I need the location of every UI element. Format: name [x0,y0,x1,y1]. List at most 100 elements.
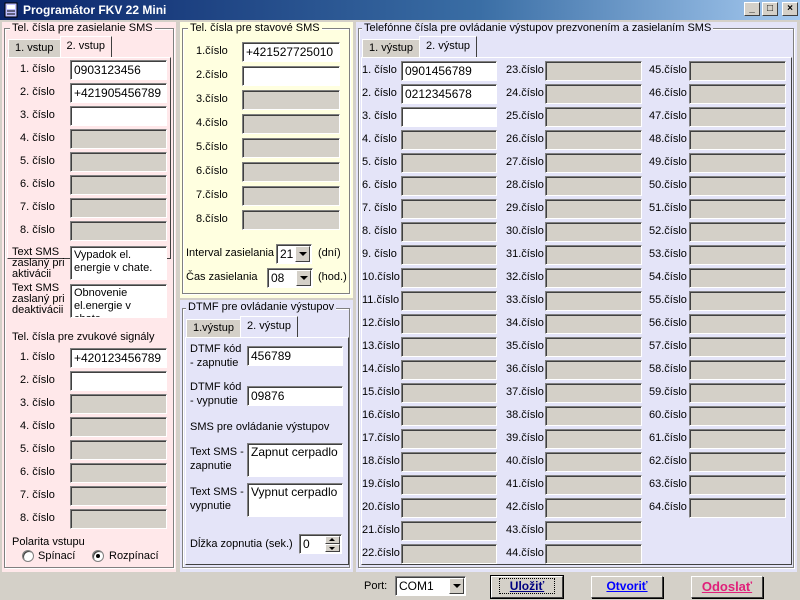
send-button[interactable]: Odoslať [691,576,763,598]
interval-select[interactable]: 21 [276,244,312,264]
output-number-input[interactable] [689,429,786,449]
polarity-spinaci-radio[interactable] [22,550,34,562]
output-number-input[interactable] [401,153,497,173]
output-number-input[interactable] [401,521,497,541]
output-number-input[interactable] [689,383,786,403]
output-number-input[interactable] [401,475,497,495]
output-number-input[interactable] [545,337,642,357]
output-number-input[interactable] [545,222,642,242]
output-number-input[interactable] [689,245,786,265]
tab-dtmf-output-1[interactable]: 1.výstup [186,319,241,337]
dtmf-off-input[interactable]: 09876 [247,386,343,406]
send-time-select[interactable]: 08 [267,268,313,288]
sms-number-input[interactable] [70,129,167,149]
status-number-input[interactable] [242,162,340,182]
output-number-input[interactable] [689,222,786,242]
output-number-input[interactable] [689,61,786,81]
output-number-input[interactable] [545,291,642,311]
status-number-input[interactable] [242,114,340,134]
sms-number-input[interactable] [70,198,167,218]
output-number-input[interactable] [689,153,786,173]
minimize-button[interactable]: _ [744,2,760,16]
status-number-input[interactable] [242,90,340,110]
sound-number-input[interactable] [70,463,167,483]
output-number-input[interactable] [545,153,642,173]
close-button[interactable]: × [782,2,798,16]
output-number-input[interactable] [401,406,497,426]
output-number-input[interactable] [689,84,786,104]
output-number-input[interactable] [545,107,642,127]
sms-number-input[interactable]: 0903123456 [70,60,167,80]
tab-sms-input-2[interactable]: 2. vstup [59,36,113,57]
maximize-button[interactable]: □ [762,2,778,16]
output-number-input[interactable] [545,268,642,288]
output-number-input[interactable] [545,406,642,426]
sound-number-input[interactable] [70,417,167,437]
output-number-input[interactable] [545,521,642,541]
output-number-input[interactable] [689,314,786,334]
output-number-input[interactable] [545,475,642,495]
sms-number-input[interactable] [70,152,167,172]
status-number-input[interactable] [242,138,340,158]
output-number-input[interactable] [401,314,497,334]
sms-number-input[interactable] [70,221,167,241]
output-number-input[interactable] [401,176,497,196]
output-number-input[interactable] [401,107,497,127]
output-number-input[interactable] [545,544,642,564]
output-number-input[interactable] [401,291,497,311]
output-number-input[interactable] [545,245,642,265]
output-number-input[interactable] [689,337,786,357]
output-number-input[interactable] [545,383,642,403]
output-number-input[interactable] [545,429,642,449]
output-number-input[interactable] [689,406,786,426]
output-number-input[interactable] [401,245,497,265]
output-number-input[interactable] [689,107,786,127]
chevron-down-icon[interactable] [449,578,464,594]
output-number-input[interactable] [689,452,786,472]
tab-sms-input-1[interactable]: 1. vstup [8,39,61,57]
sms-number-input[interactable]: +421905456789 [70,83,167,103]
output-number-input[interactable] [401,383,497,403]
output-number-input[interactable] [401,452,497,472]
output-number-input[interactable] [401,498,497,518]
sound-number-input[interactable] [70,394,167,414]
chevron-down-icon[interactable] [295,246,310,262]
output-number-input[interactable] [401,130,497,150]
output-number-input[interactable] [401,199,497,219]
output-number-input[interactable] [401,222,497,242]
output-number-input[interactable] [545,130,642,150]
tab-output-1[interactable]: 1. výstup [362,39,421,57]
output-number-input[interactable] [545,84,642,104]
activation-sms-text[interactable]: Vypadok el. energie v chate. [70,246,167,280]
output-number-input[interactable] [545,199,642,219]
output-number-input[interactable] [689,176,786,196]
output-number-input[interactable] [689,130,786,150]
save-button[interactable]: Uložiť [490,575,564,599]
status-number-input[interactable]: +421527725010 [242,42,340,62]
sms-number-input[interactable] [70,175,167,195]
duration-spinner[interactable]: 0 [299,534,342,554]
sound-number-input[interactable] [70,440,167,460]
output-number-input[interactable] [401,360,497,380]
output-number-input[interactable] [689,268,786,288]
spin-down-icon[interactable] [325,544,340,552]
output-number-input[interactable] [545,452,642,472]
output-number-input[interactable] [401,268,497,288]
sound-number-input[interactable] [70,509,167,529]
spin-up-icon[interactable] [325,536,340,544]
output-number-input[interactable]: 0212345678 [401,84,497,104]
status-number-input[interactable] [242,186,340,206]
output-number-input[interactable] [401,337,497,357]
sound-number-input[interactable]: +420123456789 [70,348,167,368]
tab-output-2[interactable]: 2. výstup [419,36,478,57]
output-number-input[interactable] [401,429,497,449]
deactivation-sms-text[interactable]: Obnovenie el.energie v chate. [70,284,167,318]
tab-dtmf-output-2[interactable]: 2. výstup [239,316,298,337]
output-number-input[interactable] [545,176,642,196]
output-number-input[interactable] [689,291,786,311]
dtmf-on-input[interactable]: 456789 [247,346,343,366]
sound-number-input[interactable] [70,371,167,391]
polarity-rozpinaci-radio[interactable] [92,550,104,562]
chevron-down-icon[interactable] [296,270,311,286]
output-number-input[interactable] [545,498,642,518]
